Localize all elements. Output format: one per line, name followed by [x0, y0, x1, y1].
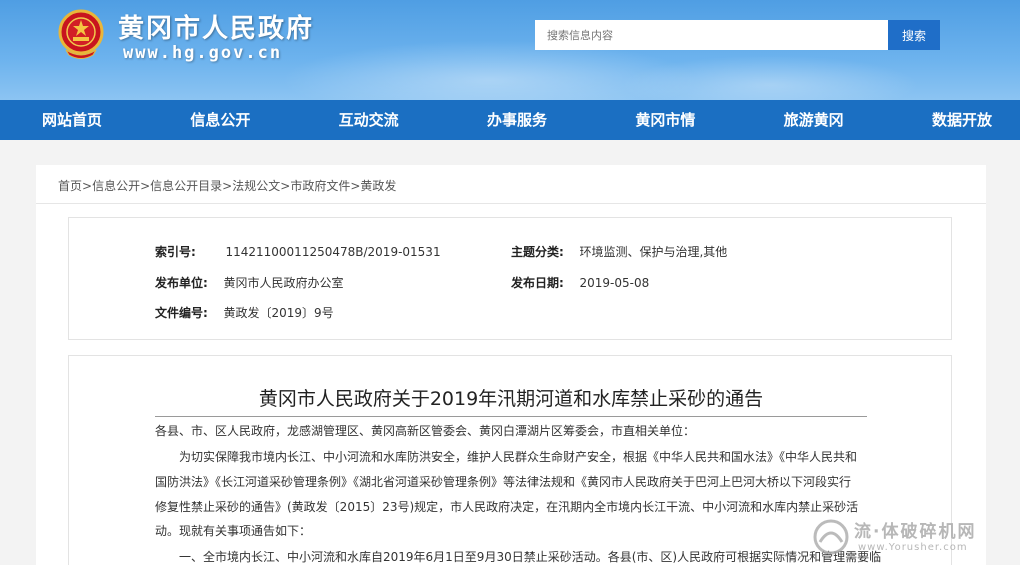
meta-category-value: 环境监测、保护与治理,其他 — [579, 245, 728, 259]
document-paragraph-line: 修复性禁止采砂的通告》(黄政发〔2015〕23号)规定，市人民政府决定，在汛期内… — [155, 500, 859, 514]
document-metadata: 索引号: 11421100011250478B/2019-01531 主题分类:… — [68, 217, 952, 340]
meta-date-label: 发布日期: — [511, 276, 564, 290]
breadcrumb-separator: > — [82, 179, 93, 193]
document-paragraph-line: 为切实保障我市境内长江、中小河流和水库防洪安全，维护人民群众生命财产安全，根据《… — [155, 450, 858, 464]
breadcrumb-separator: > — [350, 179, 361, 193]
watermark-url: www.Yorusher.com — [858, 542, 968, 553]
site-title[interactable]: 黄冈市人民政府 — [118, 8, 314, 45]
breadcrumb-item-home[interactable]: 首页 — [58, 179, 82, 193]
document-paragraph-line: 动。现就有关事项通告如下： — [155, 524, 312, 538]
nav-item-services[interactable]: 办事服务 — [487, 100, 547, 140]
watermark-text: 流·体破碎机网 — [854, 522, 977, 542]
breadcrumb: 首页>信息公开>信息公开目录>法规公文>市政府文件>黄政发 — [58, 177, 396, 194]
nav-item-info-disclosure[interactable]: 信息公开 — [190, 100, 250, 140]
meta-category-label: 主题分类: — [511, 245, 564, 259]
main-nav: 网站首页 信息公开 互动交流 办事服务 黄冈市情 旅游黄冈 数据开放 — [0, 100, 1020, 140]
watermark: 流·体破碎机网 www.Yorusher.com — [812, 515, 1017, 563]
title-divider — [155, 416, 867, 417]
meta-category: 主题分类: 环境监测、保护与治理,其他 — [511, 243, 727, 260]
nav-item-tourism[interactable]: 旅游黄冈 — [784, 100, 844, 140]
document-paragraph-line: 各县、市、区人民政府，龙感湖管理区、黄冈高新区管委会、黄冈白潭湖片区筹委会，市直… — [155, 424, 696, 438]
nav-item-interaction[interactable]: 互动交流 — [339, 100, 399, 140]
breadcrumb-item-current[interactable]: 黄政发 — [360, 179, 396, 193]
nav-item-home[interactable]: 网站首页 — [42, 100, 102, 140]
breadcrumb-separator: > — [140, 179, 151, 193]
meta-date-value: 2019-05-08 — [579, 276, 650, 290]
watermark-logo-icon — [813, 519, 849, 555]
site-header: 黄冈市人民政府 www.hg.gov.cn 搜索 — [0, 0, 1020, 100]
document-title: 黄冈市人民政府关于2019年汛期河道和水库禁止采砂的通告 — [258, 388, 764, 410]
national-emblem-icon[interactable] — [58, 8, 104, 60]
breadcrumb-item-city-gov-docs[interactable]: 市政府文件 — [290, 179, 350, 193]
search-button[interactable]: 搜索 — [888, 20, 940, 50]
breadcrumb-separator: > — [280, 179, 291, 193]
breadcrumb-item-regulations[interactable]: 法规公文 — [232, 179, 280, 193]
meta-publisher-value: 黄冈市人民政府办公室 — [223, 276, 344, 290]
nav-item-city-overview[interactable]: 黄冈市情 — [635, 100, 695, 140]
search-input[interactable] — [535, 20, 890, 50]
meta-publisher: 发布单位: 黄冈市人民政府办公室 — [155, 274, 343, 291]
breadcrumb-item-info-catalog[interactable]: 信息公开目录 — [150, 179, 222, 193]
breadcrumb-divider — [36, 203, 986, 204]
content-panel: 首页>信息公开>信息公开目录>法规公文>市政府文件>黄政发 索引号: 11421… — [36, 165, 986, 565]
document-paragraph-line: 一、全市境内长江、中小河流和水库自2019年6月1日至9月30日禁止采砂活动。各… — [155, 550, 882, 564]
meta-index-value: 11421100011250478B/2019-01531 — [225, 245, 441, 259]
meta-docno: 文件编号: 黄政发〔2019〕9号 — [155, 304, 334, 321]
meta-date: 发布日期: 2019-05-08 — [511, 274, 649, 291]
document-paragraph-line: 国防洪法》《长江河道采砂管理条例》《湖北省河道采砂管理条例》等法律法规和《黄冈市… — [155, 475, 852, 489]
meta-publisher-label: 发布单位: — [155, 276, 208, 290]
site-url: www.hg.gov.cn — [123, 43, 283, 63]
breadcrumb-item-info-disclosure[interactable]: 信息公开 — [92, 179, 140, 193]
meta-index-label: 索引号: — [155, 245, 196, 259]
meta-docno-label: 文件编号: — [155, 306, 208, 320]
breadcrumb-separator: > — [222, 179, 233, 193]
meta-docno-value: 黄政发〔2019〕9号 — [223, 306, 334, 320]
meta-index: 索引号: 11421100011250478B/2019-01531 — [155, 243, 441, 260]
nav-item-open-data[interactable]: 数据开放 — [932, 100, 992, 140]
